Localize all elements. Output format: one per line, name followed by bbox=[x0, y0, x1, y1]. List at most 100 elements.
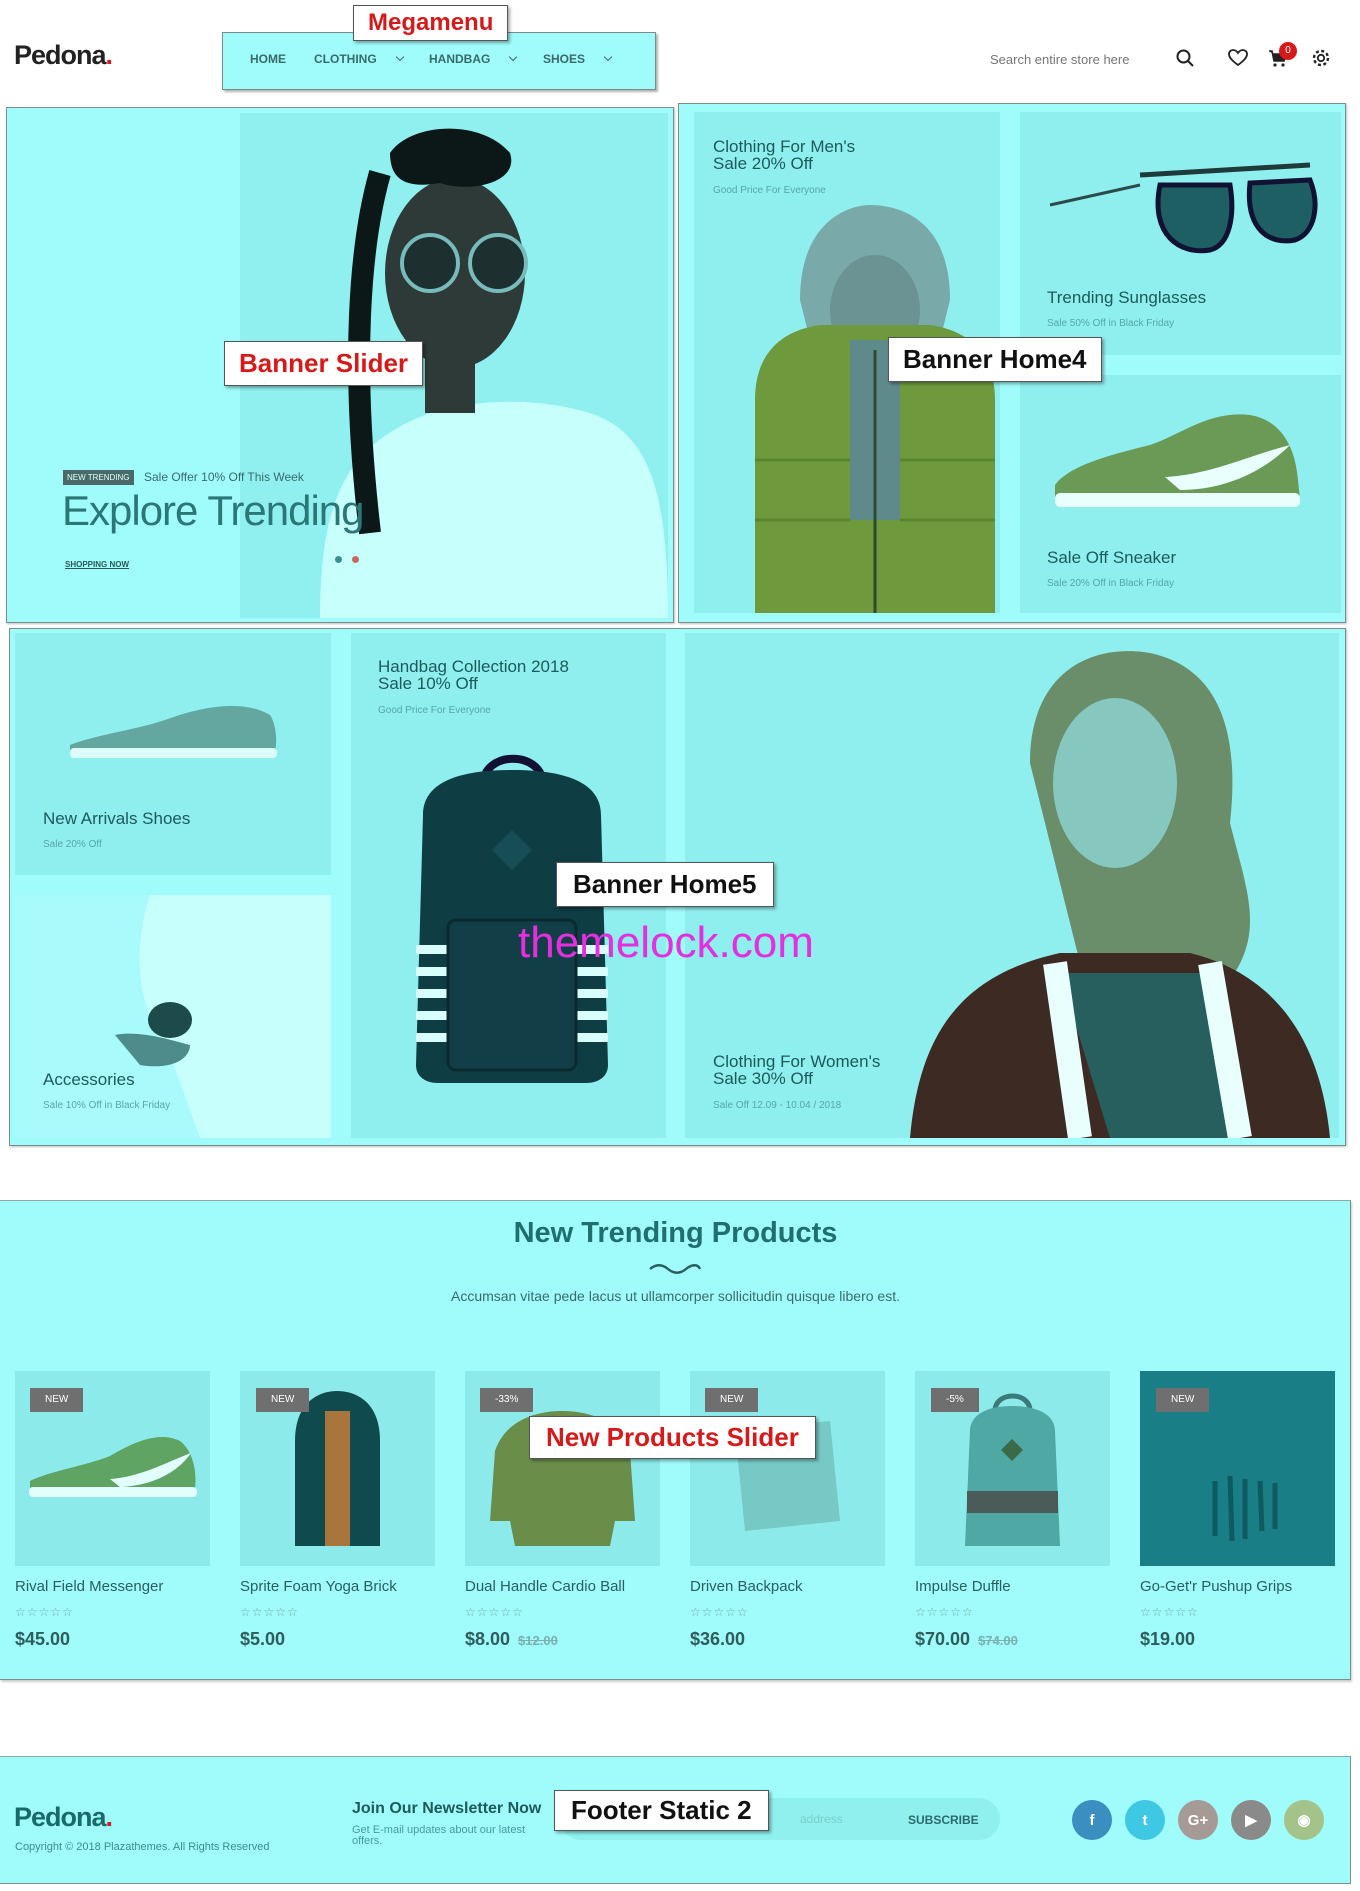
title-wave-divider bbox=[648, 1262, 702, 1274]
sunglasses-subtitle: Sale 50% Off in Black Friday bbox=[1047, 318, 1175, 329]
women-title-line2: Sale 30% Off bbox=[713, 1069, 813, 1088]
slider-dot[interactable] bbox=[335, 556, 342, 563]
product-price: $36.00 bbox=[690, 1629, 745, 1650]
slider-offer-text: Sale Offer 10% Off This Week bbox=[144, 470, 304, 484]
callout-banner-home4: Banner Home4 bbox=[888, 337, 1102, 382]
product-name[interactable]: Rival Field Messenger bbox=[15, 1578, 163, 1595]
nav-handbag[interactable]: HANDBAG bbox=[429, 52, 518, 66]
search-input[interactable] bbox=[990, 48, 1165, 70]
facebook-icon[interactable]: f bbox=[1072, 1800, 1112, 1840]
rating-stars-icon: ☆☆☆☆☆ bbox=[465, 1605, 524, 1619]
rating-stars-icon: ☆☆☆☆☆ bbox=[690, 1605, 749, 1619]
newsletter-description-line2: offers. bbox=[352, 1835, 383, 1847]
footer-logo-text: Pedona bbox=[14, 1802, 107, 1832]
nav-clothing-label: CLOTHING bbox=[314, 52, 377, 66]
rating-stars-icon: ☆☆☆☆☆ bbox=[1140, 1605, 1199, 1619]
twitter-icon[interactable]: t bbox=[1125, 1800, 1165, 1840]
footer-copyright: Copyright © 2018 Plazathemes. All Rights… bbox=[15, 1841, 270, 1853]
callout-megamenu: Megamenu bbox=[353, 5, 509, 41]
accessories-title: Accessories bbox=[43, 1070, 135, 1089]
chevron-down-icon bbox=[603, 52, 613, 62]
product-badge: NEW bbox=[30, 1388, 84, 1412]
footer-logo[interactable]: Pedona. bbox=[14, 1802, 113, 1833]
price-old: $74.00 bbox=[978, 1633, 1018, 1648]
settings-gear-icon[interactable] bbox=[1311, 48, 1331, 68]
new-arrivals-shoes-subtitle: Sale 20% Off bbox=[43, 839, 102, 850]
rating-stars-icon: ☆☆☆☆☆ bbox=[240, 1605, 299, 1619]
product-price: $8.00 $12.00 bbox=[465, 1629, 558, 1650]
chevron-down-icon bbox=[395, 52, 404, 62]
product-name[interactable]: Go-Get'r Pushup Grips bbox=[1140, 1578, 1292, 1595]
section-subtitle: Accumsan vitae pede lacus ut ullamcorper… bbox=[450, 1288, 900, 1304]
search-icon[interactable] bbox=[1176, 49, 1194, 67]
price-current: $19.00 bbox=[1140, 1629, 1196, 1649]
rss-icon[interactable]: ◉ bbox=[1284, 1800, 1324, 1840]
product-price: $70.00 $74.00 bbox=[915, 1629, 1018, 1650]
men-vest-image bbox=[740, 200, 1000, 613]
backpack-image bbox=[408, 745, 616, 1085]
wishlist-heart-icon[interactable] bbox=[1228, 49, 1248, 67]
callout-banner-slider: Banner Slider bbox=[224, 341, 424, 386]
women-model-image bbox=[910, 643, 1335, 1141]
subscribe-button[interactable]: SUBSCRIBE bbox=[908, 1813, 979, 1827]
product-name[interactable]: Impulse Duffle bbox=[915, 1578, 1011, 1595]
callout-banner-home5: Banner Home5 bbox=[556, 862, 774, 907]
google-plus-icon[interactable]: G+ bbox=[1178, 1800, 1218, 1840]
logo-text: Pedona bbox=[14, 40, 107, 70]
slider-dot-active[interactable] bbox=[352, 556, 359, 563]
sneaker-subtitle: Sale 20% Off in Black Friday bbox=[1047, 578, 1175, 589]
sunglasses-title: Trending Sunglasses bbox=[1047, 288, 1207, 307]
accessories-subtitle: Sale 10% Off in Black Friday bbox=[43, 1100, 171, 1111]
callout-footer-static: Footer Static 2 bbox=[554, 1790, 769, 1831]
email-placeholder-text: address bbox=[800, 1812, 843, 1826]
handbag-title-line2: Sale 10% Off bbox=[378, 674, 478, 693]
cart-count-badge: 0 bbox=[1279, 42, 1297, 60]
product-badge: -5% bbox=[931, 1388, 979, 1412]
slider-shopping-link[interactable]: SHOPPING NOW bbox=[65, 560, 129, 569]
nav-handbag-label: HANDBAG bbox=[429, 52, 491, 66]
callout-new-products-slider: New Products Slider bbox=[529, 1416, 816, 1459]
nav-shoes-label: SHOES bbox=[543, 52, 586, 66]
slider-headline: Explore Trending bbox=[62, 487, 365, 534]
slider-new-badge: NEW TRENDING bbox=[63, 470, 134, 485]
handbag-subtitle: Good Price For Everyone bbox=[378, 705, 491, 716]
sneaker-image bbox=[1050, 405, 1305, 515]
product-badge: NEW bbox=[1156, 1388, 1210, 1412]
new-arrivals-shoes-title: New Arrivals Shoes bbox=[43, 809, 191, 828]
chevron-down-icon bbox=[509, 52, 518, 62]
product-badge: -33% bbox=[480, 1388, 534, 1412]
section-title: New Trending Products bbox=[513, 1217, 838, 1249]
slip-on-shoe-image bbox=[65, 690, 280, 765]
men-subtitle: Good Price For Everyone bbox=[713, 185, 826, 196]
nav-shoes[interactable]: SHOES bbox=[543, 52, 613, 66]
product-name[interactable]: Driven Backpack bbox=[690, 1578, 803, 1595]
product-badge: NEW bbox=[256, 1388, 310, 1412]
youtube-icon[interactable]: ▶ bbox=[1231, 1800, 1271, 1840]
watermark-text: themelock.com bbox=[518, 918, 814, 967]
price-old: $12.00 bbox=[518, 1633, 558, 1648]
sneaker-title: Sale Off Sneaker bbox=[1047, 548, 1177, 567]
nav-home-label: HOME bbox=[250, 52, 286, 66]
nav-clothing[interactable]: CLOTHING bbox=[314, 52, 404, 66]
price-current: $5.00 bbox=[240, 1629, 286, 1649]
product-price: $5.00 bbox=[240, 1629, 285, 1650]
price-current: $70.00 bbox=[915, 1629, 971, 1649]
price-current: $8.00 bbox=[465, 1629, 511, 1649]
footer-logo-dot: . bbox=[105, 1802, 113, 1832]
newsletter-title: Join Our Newsletter Now bbox=[352, 1800, 542, 1817]
men-title-line2: Sale 20% Off bbox=[713, 154, 813, 173]
rating-stars-icon: ☆☆☆☆☆ bbox=[915, 1605, 974, 1619]
nav-home[interactable]: HOME bbox=[250, 52, 286, 66]
product-name[interactable]: Sprite Foam Yoga Brick bbox=[240, 1578, 397, 1595]
site-logo[interactable]: Pedona. bbox=[14, 40, 113, 71]
logo-dot: . bbox=[105, 40, 113, 70]
product-name[interactable]: Dual Handle Cardio Ball bbox=[465, 1578, 625, 1595]
price-current: $45.00 bbox=[15, 1629, 71, 1649]
product-price: $19.00 bbox=[1140, 1629, 1195, 1650]
rating-stars-icon: ☆☆☆☆☆ bbox=[15, 1605, 74, 1619]
product-badge: NEW bbox=[705, 1388, 759, 1412]
price-current: $36.00 bbox=[690, 1629, 746, 1649]
women-subtitle: Sale Off 12.09 - 10.04 / 2018 bbox=[713, 1100, 842, 1111]
sunglasses-image bbox=[1040, 145, 1320, 265]
product-price: $45.00 bbox=[15, 1629, 70, 1650]
